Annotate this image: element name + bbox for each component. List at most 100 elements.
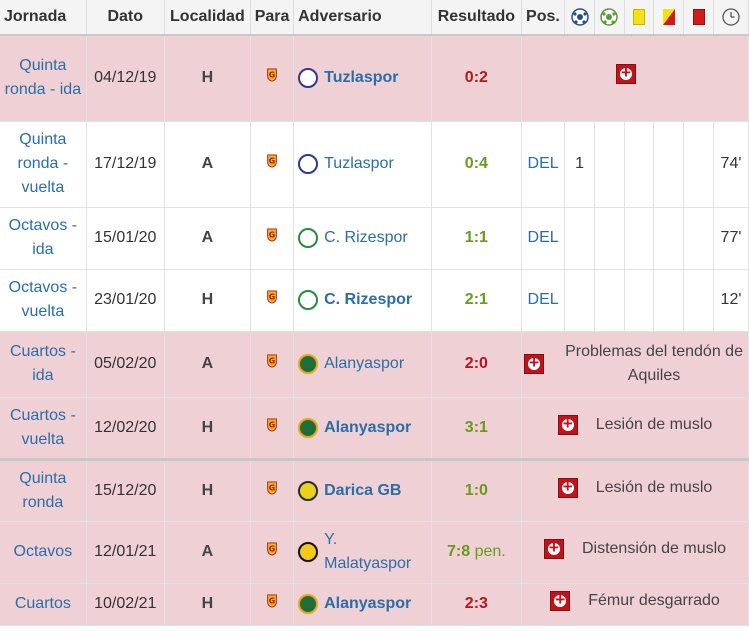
result-link[interactable]: 7:8 pen. (447, 543, 506, 560)
opponent-name[interactable]: Tuzlaspor (324, 66, 398, 90)
team-cell[interactable]: G (250, 521, 295, 584)
opponent-cell[interactable]: C. Rizespor (293, 269, 432, 332)
result-link[interactable]: 2:3 (465, 595, 488, 612)
jornada-link[interactable]: Quinta ronda - ida (0, 35, 87, 122)
header-jornada[interactable]: Jornada (0, 0, 87, 36)
jornada-link[interactable]: Octavos (0, 521, 87, 584)
opponent-name[interactable]: C. Rizespor (324, 226, 408, 250)
opponent-name[interactable]: Alanyaspor (324, 416, 411, 440)
jornada-link[interactable]: Cuartos (0, 583, 87, 626)
result-cell[interactable]: 7:8 pen. (431, 521, 523, 584)
header-goals[interactable] (564, 0, 595, 36)
team-cell[interactable]: G (250, 121, 295, 208)
venue: A (164, 207, 252, 270)
minutes-played: 12' (713, 269, 749, 332)
result-link[interactable]: 1:1 (465, 229, 488, 246)
assists (594, 269, 625, 332)
result-cell[interactable]: 2:0 (431, 331, 523, 398)
svg-text:G: G (269, 420, 275, 429)
red-card-icon (692, 8, 705, 25)
result-link[interactable]: 2:1 (465, 291, 488, 308)
injury-icon[interactable] (616, 61, 637, 85)
jornada-link[interactable]: Octavos - ida (0, 207, 87, 270)
header-localidad[interactable]: Localidad (164, 0, 252, 36)
opponent-name[interactable]: Darica GB (324, 479, 401, 503)
opponent-name[interactable]: C. Rizespor (324, 288, 412, 312)
yellow-card-icon (633, 8, 646, 25)
opponent-cell[interactable]: Alanyaspor (293, 583, 432, 626)
injury-note: Lesión de muslo (521, 457, 749, 522)
assists-ball-icon (600, 8, 619, 26)
injury-icon[interactable] (557, 412, 578, 436)
header-para[interactable]: Para (250, 0, 295, 36)
team-cell[interactable]: G (250, 207, 295, 270)
team-cell[interactable]: G (250, 457, 295, 522)
matches-table: Jornada Dato Localidad Para Adversario R… (0, 0, 749, 626)
goals-ball-icon (570, 8, 589, 26)
position[interactable]: DEL (521, 207, 566, 270)
svg-text:G: G (269, 71, 275, 80)
injury-text: Fémur desgarrado (588, 592, 720, 609)
result-cell[interactable]: 0:4 (431, 121, 523, 208)
result-link[interactable]: 1:0 (465, 482, 488, 499)
header-yellow-red[interactable] (653, 0, 685, 36)
table-row: Quinta ronda 15/12/20 H G Darica GB 1:0 … (0, 457, 749, 522)
svg-text:G: G (269, 293, 275, 302)
result-link[interactable]: 0:4 (465, 155, 488, 172)
injury-text: Lesión de muslo (595, 478, 713, 496)
team-cell[interactable]: G (250, 331, 295, 398)
header-pos[interactable]: Pos. (521, 0, 566, 36)
opponent-name[interactable]: Alanyaspor (324, 352, 404, 376)
injury-icon[interactable] (557, 475, 578, 499)
injury-icon[interactable] (550, 588, 571, 612)
opponent-cell[interactable]: C. Rizespor (293, 207, 432, 270)
jornada-link[interactable]: Cuartos - vuelta (0, 397, 87, 460)
result-link[interactable]: 0:2 (465, 69, 488, 86)
injury-icon[interactable] (524, 351, 545, 375)
opponent-cell[interactable]: Alanyaspor (293, 331, 432, 398)
result-cell[interactable]: 0:2 (431, 35, 523, 122)
jornada-link[interactable]: Cuartos - ida (0, 331, 87, 398)
result-cell[interactable]: 2:3 (431, 583, 523, 626)
opponent-name[interactable]: Tuzlaspor (324, 152, 394, 176)
red-cards (683, 121, 714, 208)
galatasaray-logo-icon: G (267, 68, 277, 82)
svg-text:G: G (269, 157, 275, 166)
team-cell[interactable]: G (250, 35, 295, 122)
header-yellow[interactable] (624, 0, 655, 36)
opponent-cell[interactable]: Tuzlaspor (293, 121, 432, 208)
injury-icon[interactable] (543, 536, 564, 560)
jornada-link[interactable]: Quinta ronda (0, 457, 87, 522)
jornada-link[interactable]: Quinta ronda - vuelta (0, 121, 87, 208)
opponent-name[interactable]: Y. Malatyaspor (324, 528, 429, 576)
result-cell[interactable]: 1:1 (431, 207, 523, 270)
yellow-cards (624, 121, 655, 208)
result-link[interactable]: 2:0 (465, 355, 488, 372)
header-red[interactable] (683, 0, 714, 36)
result-cell[interactable]: 1:0 (431, 457, 523, 522)
team-cell[interactable]: G (250, 583, 295, 626)
assists (594, 121, 625, 208)
position[interactable]: DEL (521, 269, 566, 332)
clock-icon (722, 8, 740, 26)
opponent-name[interactable]: Alanyaspor (324, 592, 411, 616)
opponent-cell[interactable]: Tuzlaspor (293, 35, 432, 122)
match-date: 15/01/20 (86, 207, 165, 270)
header-dato[interactable]: Dato (86, 0, 165, 36)
position[interactable]: DEL (521, 121, 566, 208)
result-cell[interactable]: 2:1 (431, 269, 523, 332)
header-assists[interactable] (594, 0, 625, 36)
opponent-cell[interactable]: Y. Malatyaspor (293, 521, 432, 584)
result-link[interactable]: 3:1 (465, 419, 488, 436)
header-resultado[interactable]: Resultado (431, 0, 523, 36)
opponent-cell[interactable]: Alanyaspor (293, 397, 432, 460)
team-cell[interactable]: G (250, 397, 295, 460)
header-adversario[interactable]: Adversario (293, 0, 432, 36)
match-date: 05/02/20 (86, 331, 165, 398)
header-minutes[interactable] (713, 0, 749, 36)
opponent-cell[interactable]: Darica GB (293, 457, 432, 522)
jornada-link[interactable]: Octavos - vuelta (0, 269, 87, 332)
result-cell[interactable]: 3:1 (431, 397, 523, 460)
galatasaray-logo-icon: G (267, 417, 277, 432)
team-cell[interactable]: G (250, 269, 295, 332)
